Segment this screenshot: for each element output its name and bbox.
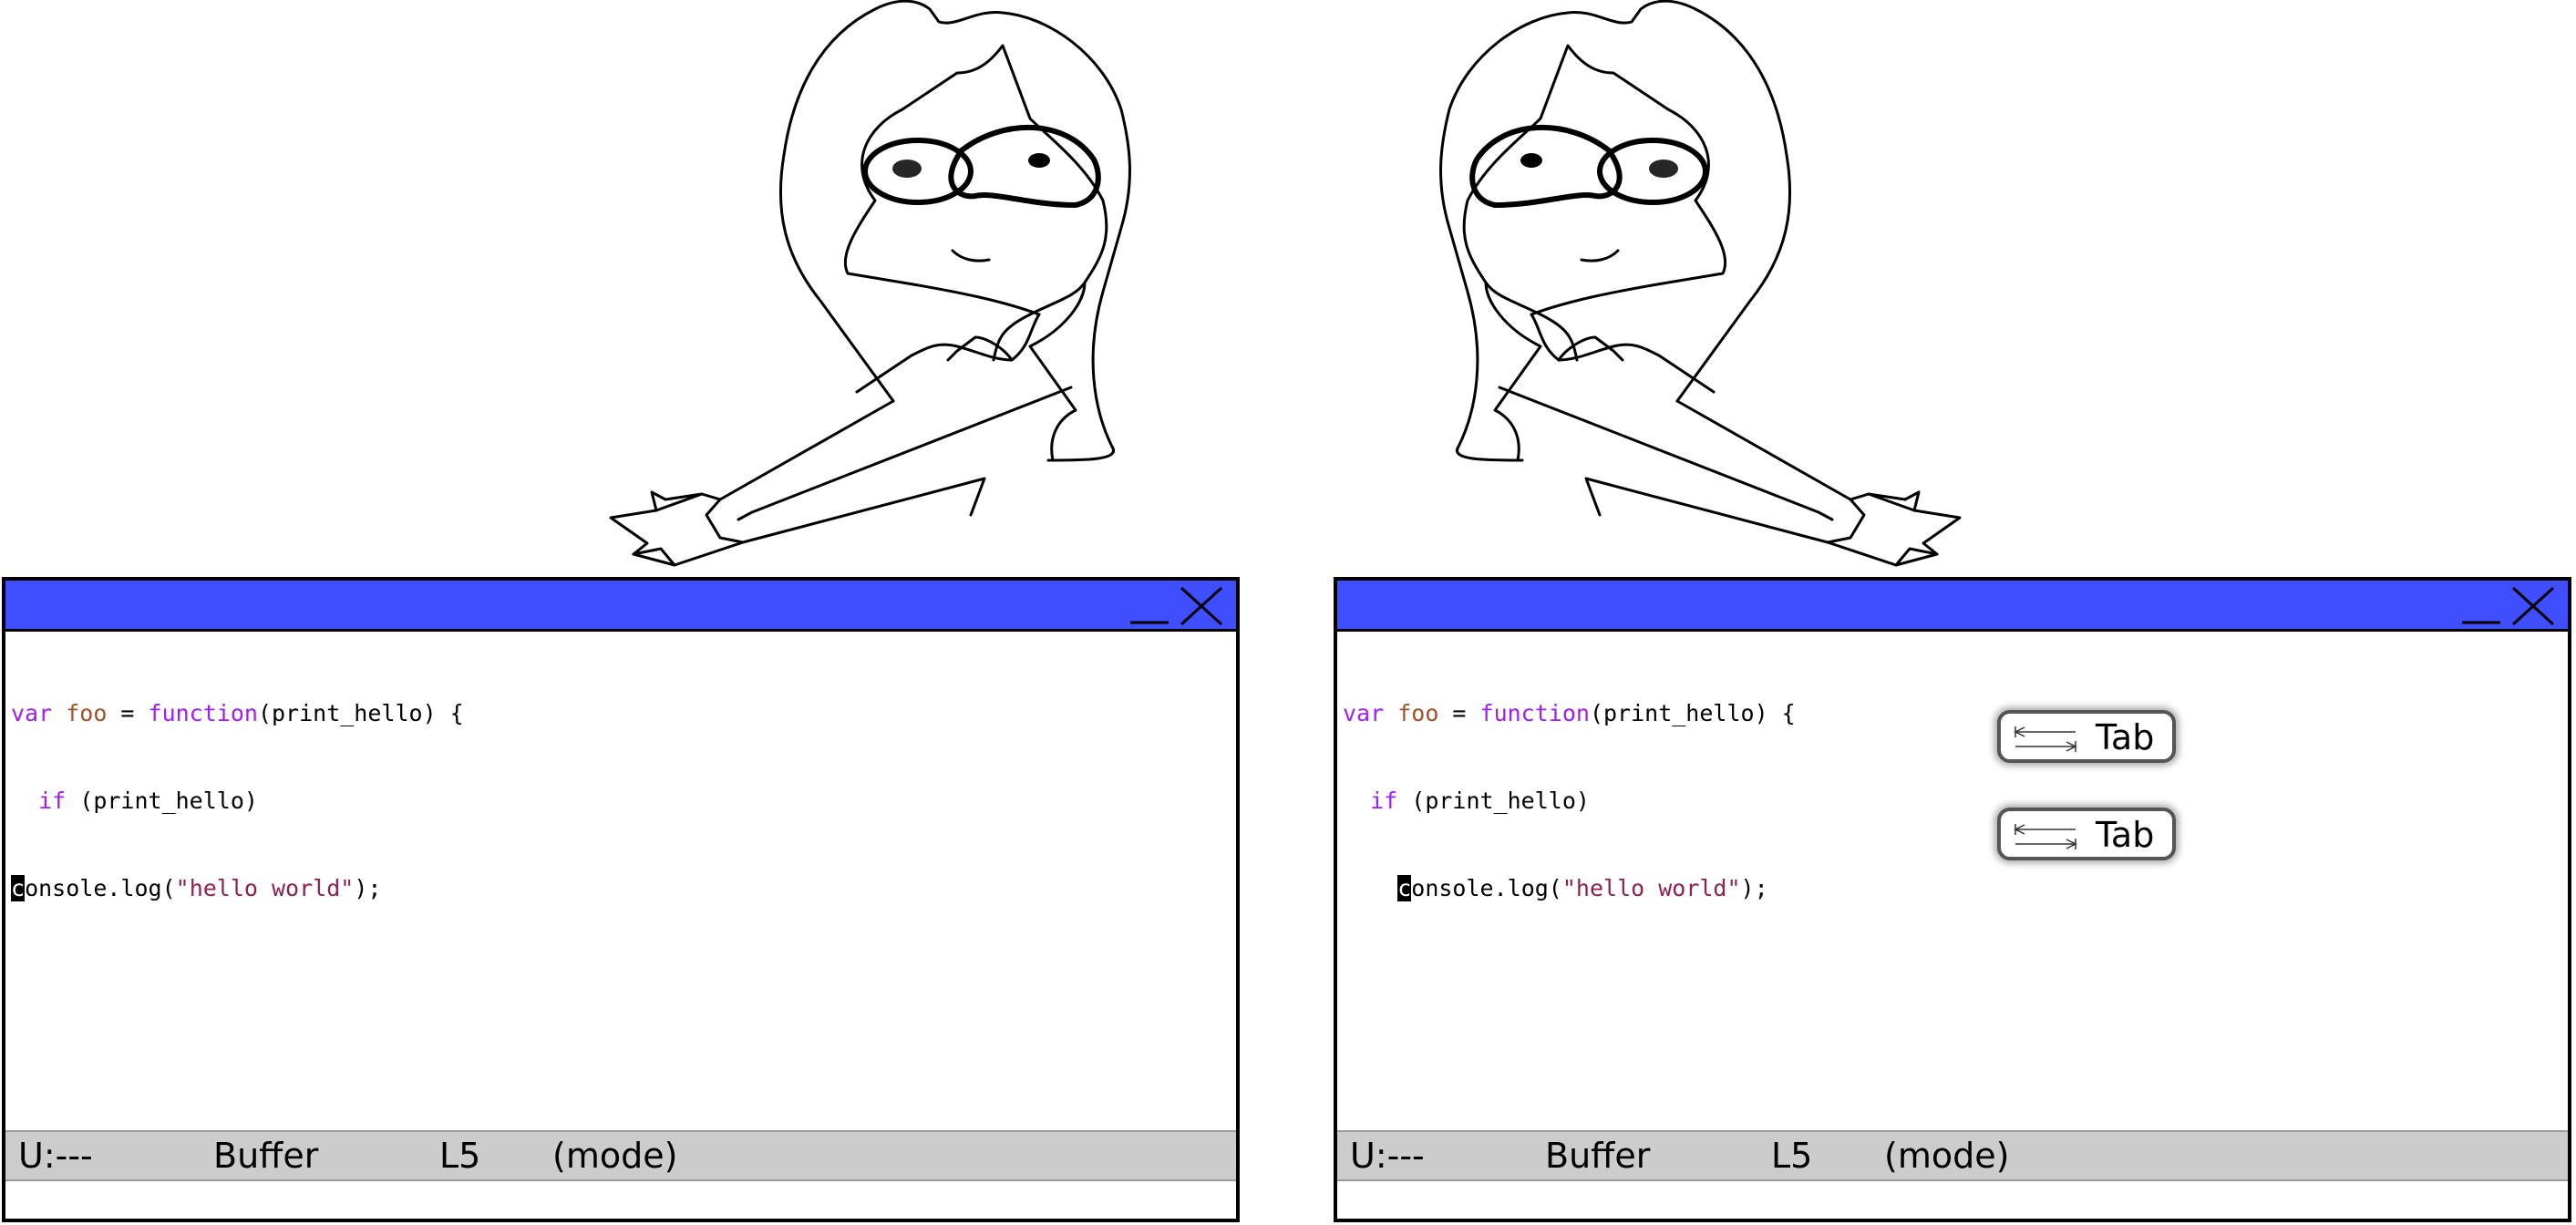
close-icon[interactable] xyxy=(1180,586,1223,626)
editor-window-right: var foo = function(print_hello) { if (pr… xyxy=(1334,577,2571,1222)
title-bar[interactable] xyxy=(5,581,1236,632)
text-cursor: c xyxy=(11,875,26,901)
buffer-name: Buffer xyxy=(213,1136,319,1176)
keyword-token: function xyxy=(148,700,258,726)
code-text: (print_hello) { xyxy=(1589,700,1796,726)
code-text: onsole.log( xyxy=(25,875,176,901)
code-line: if (print_hello) xyxy=(1343,787,2562,816)
major-mode: (mode) xyxy=(1884,1136,2010,1176)
code-line: console.log("hello world"); xyxy=(1343,874,2562,903)
operator-token: = xyxy=(107,700,149,726)
minimize-icon[interactable] xyxy=(1128,586,1170,626)
keyword-token: if xyxy=(1370,788,1398,814)
close-icon[interactable] xyxy=(2511,586,2555,626)
code-line: var foo = function(print_hello) { xyxy=(11,699,1231,728)
variable-token: foo xyxy=(1397,700,1439,726)
operator-token: = xyxy=(1438,700,1480,726)
code-text: (print_hello) xyxy=(1397,788,1590,814)
code-buffer[interactable]: var foo = function(print_hello) { if (pr… xyxy=(1343,641,2562,962)
line-number: L5 xyxy=(1771,1136,1813,1176)
code-line: if (print_hello) xyxy=(11,787,1231,816)
minimize-icon[interactable] xyxy=(2460,586,2502,626)
code-buffer[interactable]: var foo = function(print_hello) { if (pr… xyxy=(11,641,1231,962)
buffer-status: U:--- xyxy=(18,1136,93,1176)
title-bar[interactable] xyxy=(1337,581,2568,632)
tab-key: Tab xyxy=(1997,710,2176,763)
code-text: (print_hello) xyxy=(66,788,258,814)
keyword-token: function xyxy=(1479,700,1590,726)
shrugging-girl-illustration-mirrored xyxy=(1322,0,1996,574)
tab-key-label: Tab xyxy=(2096,815,2155,855)
tab-arrows-icon xyxy=(2014,726,2077,752)
code-text: onsole.log( xyxy=(1411,875,1562,901)
string-token: "hello world" xyxy=(1561,875,1741,901)
keyword-token: var xyxy=(1343,700,1385,726)
line-number: L5 xyxy=(439,1136,481,1176)
shrugging-girl-illustration xyxy=(574,0,1249,574)
text-cursor: c xyxy=(1397,875,1412,901)
major-mode: (mode) xyxy=(552,1136,678,1176)
mode-line: U:--- Buffer L5 (mode) xyxy=(1337,1130,2568,1181)
editor-window-left: var foo = function(print_hello) { if (pr… xyxy=(2,577,1240,1222)
buffer-name: Buffer xyxy=(1545,1136,1651,1176)
string-token: "hello world" xyxy=(175,875,355,901)
code-text: ); xyxy=(1740,875,1768,901)
keyword-token: var xyxy=(11,700,53,726)
tab-arrows-icon xyxy=(2014,824,2077,849)
variable-token: foo xyxy=(66,700,108,726)
tab-key: Tab xyxy=(1997,808,2176,860)
tab-key-label: Tab xyxy=(2096,717,2155,757)
buffer-status: U:--- xyxy=(1350,1136,1425,1176)
mode-line: U:--- Buffer L5 (mode) xyxy=(5,1130,1236,1181)
code-line: var foo = function(print_hello) { xyxy=(1343,699,2562,728)
code-text: ); xyxy=(354,875,382,901)
keyword-token: if xyxy=(38,788,67,814)
code-text: (print_hello) { xyxy=(257,700,464,726)
code-line: console.log("hello world"); xyxy=(11,874,1231,903)
